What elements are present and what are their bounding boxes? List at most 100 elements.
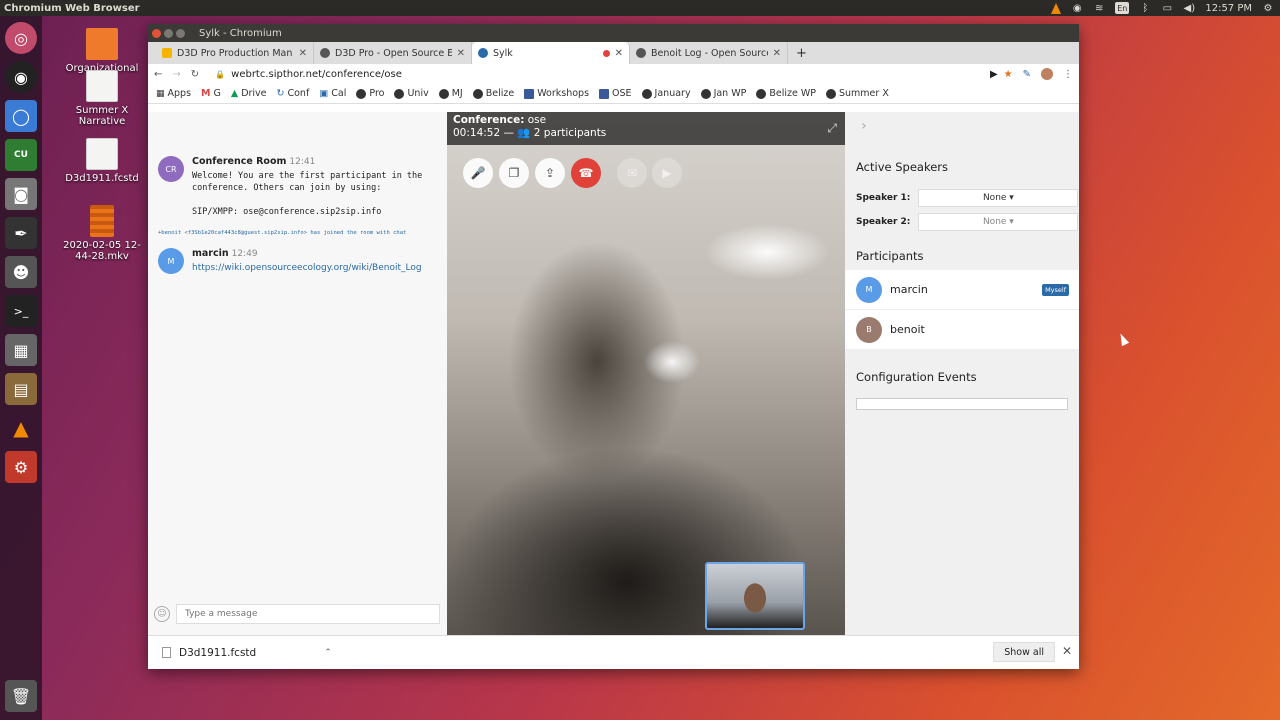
chat-toggle-icon[interactable]: ✉ — [617, 158, 647, 188]
emoji-icon[interactable]: ☺ — [154, 606, 170, 622]
download-item[interactable]: D3d1911.fcstd ⌃ — [162, 647, 332, 659]
freecad-launcher-icon[interactable]: ⚙ — [5, 451, 37, 483]
vlc-tray-icon[interactable] — [1051, 2, 1062, 14]
tab-d3d-production[interactable]: D3D Pro Production Man ✕ — [156, 42, 314, 64]
back-icon[interactable]: ← — [154, 69, 162, 80]
trash-icon[interactable]: 🗑 — [5, 680, 37, 712]
profile-avatar[interactable] — [1041, 68, 1053, 80]
omnibox[interactable]: 🔒 webrtc.sipthor.net/conference/ose ▶ ★ — [209, 65, 1012, 83]
remote-video[interactable]: Conference: ose 00:14:52 — 👥 2 participa… — [447, 112, 845, 635]
desktop-icon-summer-x[interactable]: Summer X Narrative — [57, 70, 147, 127]
bookmark-belize[interactable]: Belize — [472, 88, 514, 99]
close-window-button[interactable] — [152, 28, 161, 38]
url-text[interactable]: webrtc.sipthor.net/conference/ose — [231, 69, 402, 80]
bookmark-univ[interactable]: Univ — [394, 88, 429, 99]
bookmark-pro[interactable]: Pro — [356, 88, 384, 99]
bookmark-cal[interactable]: ▣ Cal — [319, 88, 346, 99]
cura-launcher-icon[interactable]: CU — [5, 139, 37, 171]
bookmark-jan-wp[interactable]: Jan WP — [700, 88, 746, 99]
camera-launcher-icon[interactable]: ◙ — [5, 178, 37, 210]
terminal-launcher-icon[interactable]: >_ — [5, 295, 37, 327]
message-author: Conference Room — [192, 156, 287, 167]
inkscape-launcher-icon[interactable]: ✒ — [5, 217, 37, 249]
close-tab-icon[interactable]: ✕ — [773, 48, 781, 59]
obs-tray-icon[interactable]: ◉ — [1071, 2, 1083, 14]
obs-launcher-icon[interactable]: ◉ — [5, 61, 37, 93]
desktop-icon-d3d1911[interactable]: D3d1911.fcstd — [57, 138, 147, 184]
battery-icon[interactable]: ▭ — [1161, 2, 1173, 14]
wifi-icon[interactable]: ≋ — [1093, 2, 1105, 14]
reload-icon[interactable]: ↻ — [191, 69, 199, 80]
bookmark-january[interactable]: January — [641, 88, 691, 99]
fullscreen-icon[interactable]: ⤢ — [827, 121, 837, 136]
doc-favicon-icon — [162, 48, 172, 58]
chromium-launcher-icon[interactable]: ◯ — [5, 100, 37, 132]
avatar: M — [856, 276, 882, 303]
ubuntu-dash-icon[interactable]: ◎ — [5, 22, 37, 54]
volume-icon[interactable]: ◀) — [1183, 2, 1196, 14]
bookmark-workshops[interactable]: Workshops — [524, 88, 589, 99]
message-input[interactable] — [176, 604, 440, 624]
bookmark-belize-wp[interactable]: Belize WP — [756, 88, 816, 99]
vlc-launcher-icon[interactable]: ▲ — [5, 412, 37, 444]
bookmark-mj[interactable]: MJ — [438, 88, 463, 99]
launcher: ◎ ◉ ◯ CU ◙ ✒ ☻ >_ ▦ ▤ ▲ ⚙ 🗑 — [0, 16, 42, 720]
keyboard-layout-indicator[interactable]: En — [1115, 2, 1130, 14]
ose-icon — [356, 88, 367, 99]
speaker-1-select[interactable]: None ▾ — [918, 189, 1079, 207]
tab-strip: D3D Pro Production Man ✕ D3D Pro - Open … — [148, 42, 1079, 64]
gear-icon[interactable]: ⚙ — [1262, 2, 1274, 14]
bookmark-gmail[interactable]: MG — [201, 88, 221, 99]
avatar: B — [856, 316, 882, 343]
participant-name: benoit — [890, 323, 925, 336]
bookmark-ose[interactable]: OSE — [599, 88, 632, 99]
camera-icon[interactable]: ▶ — [652, 158, 682, 188]
menu-icon[interactable]: ⋮ — [1063, 69, 1073, 80]
share-screen-icon[interactable]: ❐ — [499, 158, 529, 188]
bookmark-conf[interactable]: ↻ Conf — [277, 88, 310, 99]
forward-icon[interactable]: → — [172, 69, 180, 80]
speaker-2-select[interactable]: None ▾ — [918, 213, 1079, 231]
ose-icon — [438, 88, 449, 99]
tab-sylk[interactable]: Sylk ✕ — [472, 42, 630, 64]
document-icon — [86, 138, 118, 170]
maximize-window-button[interactable] — [176, 28, 185, 38]
desktop-icon-organizational[interactable]: Organizational — [57, 28, 147, 74]
minimize-window-button[interactable] — [164, 28, 173, 38]
collapse-panel-icon[interactable]: › — [861, 118, 867, 134]
tab-d3d-pro[interactable]: D3D Pro - Open Source E ✕ — [314, 42, 472, 64]
gmail-icon: M — [201, 88, 211, 99]
bookmark-drive[interactable]: ▲ Drive — [231, 88, 267, 99]
chevron-up-icon[interactable]: ⌃ — [324, 648, 332, 658]
calculator-launcher-icon[interactable]: ▦ — [5, 334, 37, 366]
close-icon[interactable]: ✕ — [1062, 644, 1072, 658]
camera-permission-icon[interactable]: ▶ — [990, 69, 998, 80]
close-tab-icon[interactable]: ✕ — [615, 48, 623, 59]
close-tab-icon[interactable]: ✕ — [299, 48, 307, 59]
bluetooth-icon[interactable]: ᛒ — [1139, 2, 1151, 14]
conference-header: Conference: ose 00:14:52 — 👥 2 participa… — [447, 112, 845, 145]
gimp-launcher-icon[interactable]: ☻ — [5, 256, 37, 288]
participant-marcin[interactable]: M marcin Myself — [845, 270, 1079, 310]
local-video-thumbnail[interactable] — [705, 562, 805, 630]
clock[interactable]: 12:57 PM — [1205, 3, 1252, 14]
ose-icon — [756, 88, 767, 99]
chat-input-row: ☺ — [154, 604, 440, 624]
myself-badge: Myself — [1042, 283, 1069, 296]
bookmark-star-icon[interactable]: ★ — [1004, 69, 1013, 80]
files-launcher-icon[interactable]: ▤ — [5, 373, 37, 405]
new-tab-button[interactable]: + — [788, 42, 815, 64]
upload-icon[interactable]: ⇪ — [535, 158, 565, 188]
tab-benoit-log[interactable]: Benoit Log - Open Source ✕ — [630, 42, 788, 64]
ose-icon — [472, 88, 483, 99]
microphone-icon[interactable]: 🎤 — [463, 158, 493, 188]
bookmark-apps[interactable]: ▦ Apps — [156, 88, 191, 99]
desktop-icon-video[interactable]: 2020-02-05 12-44-28.mkv — [57, 205, 147, 262]
bookmark-summer-x[interactable]: Summer X — [825, 88, 889, 99]
hangup-icon[interactable]: ☎ — [571, 158, 601, 188]
show-all-button[interactable]: Show all — [993, 642, 1055, 662]
message-link[interactable]: https://wiki.opensourceecology.org/wiki/… — [192, 263, 422, 273]
participant-benoit[interactable]: B benoit — [845, 310, 1079, 350]
extension-icon[interactable]: ✎ — [1023, 69, 1031, 80]
close-tab-icon[interactable]: ✕ — [457, 48, 465, 59]
